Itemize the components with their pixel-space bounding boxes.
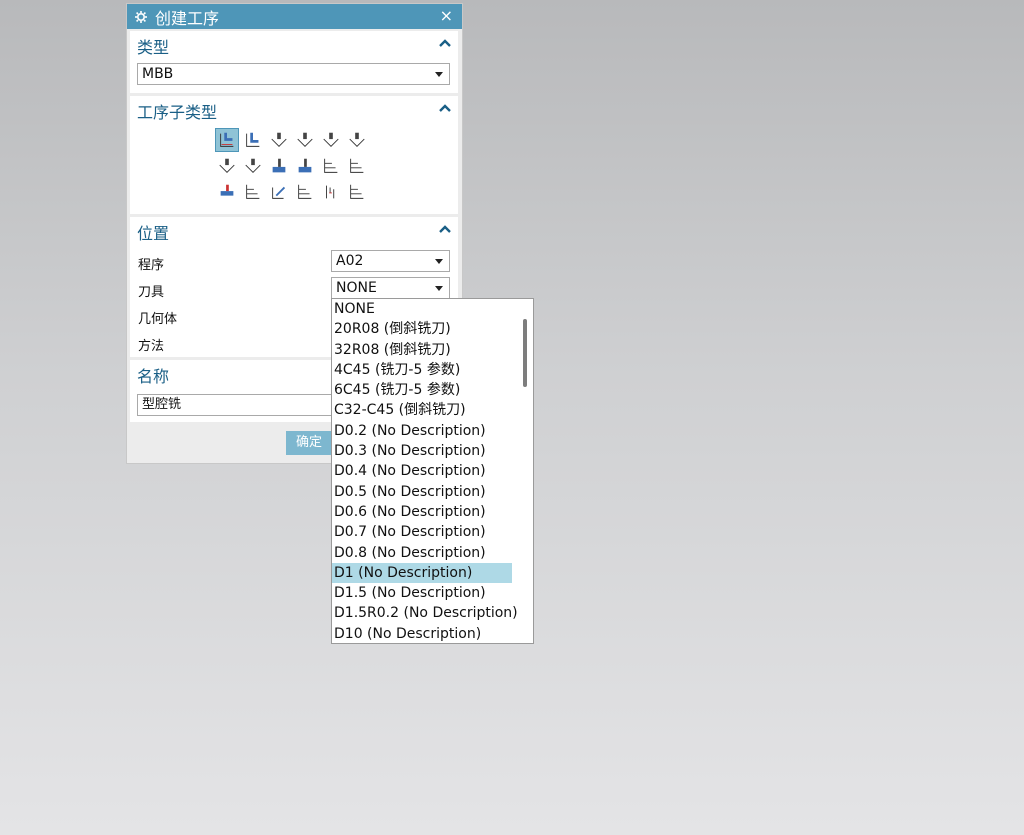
tool-option[interactable]: D0.6 (No Description)	[332, 502, 512, 522]
tool-option[interactable]: D10 (No Description)	[332, 624, 512, 643]
type-heading: 类型	[137, 38, 170, 57]
flowcut-ref-tool-icon[interactable]	[242, 181, 264, 203]
type-select-value: MBB	[142, 66, 174, 82]
ok-button[interactable]: 确定	[286, 431, 332, 455]
close-button[interactable]: ×	[440, 8, 453, 24]
flowcut-multiple-icon[interactable]	[216, 181, 238, 203]
contour-surface-icon[interactable]	[268, 155, 290, 177]
tool-select[interactable]: NONE	[331, 277, 450, 299]
zlevel-corner-icon[interactable]	[346, 129, 368, 151]
chevron-down-icon	[435, 72, 443, 77]
tool-option[interactable]: D0.8 (No Description)	[332, 543, 512, 563]
contour-area-icon[interactable]	[242, 155, 264, 177]
tool-option[interactable]: 32R08 (倒斜铣刀)	[332, 340, 512, 360]
name-input-value: 型腔铣	[142, 397, 182, 412]
program-label: 程序	[138, 258, 165, 273]
collapse-chevron-icon[interactable]	[438, 224, 452, 234]
tool-option[interactable]: D1.5R0.2 (No Description)	[332, 603, 518, 623]
tool-dropdown-list[interactable]: NONE 20R08 (倒斜铣刀) 32R08 (倒斜铣刀) 4C45 (铣刀-5 参…	[331, 298, 534, 644]
tool-option[interactable]: D0.2 (No Description)	[332, 421, 512, 441]
collapse-chevron-icon[interactable]	[438, 38, 452, 48]
subtype-section: 工序子类型	[130, 96, 458, 214]
tool-option[interactable]: 6C45 (铣刀-5 参数)	[332, 380, 512, 400]
mill-user-icon[interactable]	[346, 181, 368, 203]
tool-option[interactable]: D1 (No Description)	[332, 562, 512, 584]
location-heading: 位置	[137, 224, 170, 243]
geometry-label: 几何体	[138, 312, 178, 327]
flowcut-single-icon[interactable]	[346, 155, 368, 177]
chevron-down-icon	[435, 259, 443, 264]
tool-option[interactable]: C32-C45 (倒斜铣刀)	[332, 400, 512, 420]
corner-rough-icon[interactable]	[268, 129, 290, 151]
tool-select-value: NONE	[336, 280, 377, 296]
scrollbar-thumb[interactable]	[523, 319, 527, 387]
tool-option[interactable]: NONE	[332, 299, 512, 319]
contour-text-icon[interactable]	[320, 181, 342, 203]
operation-subtype-grid	[215, 128, 376, 207]
tool-option[interactable]: 20R08 (倒斜铣刀)	[332, 319, 512, 339]
name-heading: 名称	[137, 367, 170, 386]
fixed-contour-icon[interactable]	[216, 155, 238, 177]
rest-mill-icon[interactable]	[294, 129, 316, 151]
plunge-mill-icon[interactable]	[242, 129, 264, 151]
cavity-mill-icon[interactable]	[215, 128, 239, 152]
contour-steep-icon[interactable]	[320, 155, 342, 177]
tool-option[interactable]: D1.5 (No Description)	[332, 583, 512, 603]
type-select[interactable]: MBB	[137, 63, 450, 85]
dialog-title-bar[interactable]: 创建工序 ×	[127, 4, 462, 29]
gear-icon	[135, 10, 147, 23]
tool-option[interactable]: D0.4 (No Description)	[332, 461, 512, 481]
solid-profile-3d-icon[interactable]	[268, 181, 290, 203]
tool-option[interactable]: D0.5 (No Description)	[332, 482, 512, 502]
zlevel-profile-icon[interactable]	[320, 129, 342, 151]
dialog-title: 创建工序	[155, 8, 220, 28]
collapse-chevron-icon[interactable]	[438, 103, 452, 113]
chevron-down-icon	[435, 286, 443, 291]
tool-option[interactable]: D0.7 (No Description)	[332, 522, 512, 542]
profile-3d-icon[interactable]	[294, 181, 316, 203]
type-section: 类型 MBB	[130, 31, 458, 93]
tool-label: 刀具	[138, 285, 165, 300]
subtype-heading: 工序子类型	[137, 103, 218, 122]
tool-option[interactable]: 4C45 (铣刀-5 参数)	[332, 360, 512, 380]
tool-option[interactable]: D0.3 (No Description)	[332, 441, 512, 461]
program-select-value: A02	[336, 253, 364, 269]
tool-dropdown-items: NONE 20R08 (倒斜铣刀) 32R08 (倒斜铣刀) 4C45 (铣刀-5 参…	[332, 299, 533, 643]
method-label: 方法	[138, 339, 165, 354]
streamline-icon[interactable]	[294, 155, 316, 177]
program-select[interactable]: A02	[331, 250, 450, 272]
